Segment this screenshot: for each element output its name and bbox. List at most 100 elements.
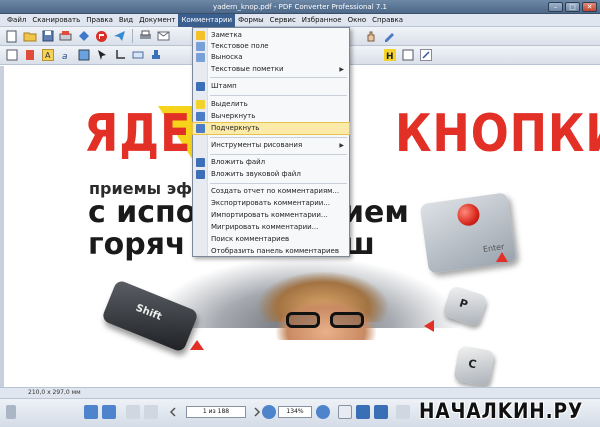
text-tool-icon[interactable]: A — [40, 48, 55, 63]
page-number-field[interactable]: 1 из 188 — [186, 406, 246, 418]
glasses-graphic — [286, 312, 368, 330]
p-key-label: P — [457, 296, 470, 312]
cover-line2-left: горяч — [88, 227, 186, 262]
callout-icon — [196, 53, 205, 62]
highlight-h-icon[interactable]: H — [382, 48, 397, 63]
save-icon[interactable] — [40, 29, 55, 44]
attach-file-icon — [196, 158, 205, 167]
zoom-field[interactable]: 134% — [278, 406, 312, 418]
continuous-view-icon[interactable] — [356, 405, 370, 419]
menu-separator — [210, 154, 347, 155]
single-page-view-icon[interactable] — [338, 405, 352, 419]
menu-forms[interactable]: Формы — [235, 14, 267, 27]
convert-icon[interactable] — [76, 29, 91, 44]
typewriter-icon[interactable]: a — [58, 48, 73, 63]
scan-icon[interactable] — [58, 29, 73, 44]
cover-title-left: ЯДЕ — [84, 104, 192, 164]
menu-item-underline[interactable]: Подчеркнуть — [192, 122, 350, 135]
strikeout-icon — [196, 112, 205, 121]
first-page-icon[interactable] — [126, 405, 140, 419]
send-icon[interactable] — [112, 29, 127, 44]
menu-item-callout[interactable]: Выноска — [193, 52, 349, 63]
textbox-icon — [196, 42, 205, 51]
c-key-label: C — [467, 357, 478, 372]
page-view-icon[interactable] — [4, 48, 19, 63]
note-toolbar-icon[interactable] — [400, 48, 415, 63]
zoom-in-icon[interactable] — [316, 405, 330, 419]
maximize-button[interactable]: □ — [565, 2, 580, 12]
underline-icon — [196, 124, 205, 133]
prev-arrow-icon[interactable] — [168, 405, 178, 419]
menu-favorites[interactable]: Избранное — [299, 14, 345, 27]
menu-item-text-box[interactable]: Текстовое поле — [193, 41, 349, 52]
menu-document[interactable]: Документ — [136, 14, 178, 27]
facing-view-icon[interactable] — [374, 405, 388, 419]
navigation-panel-edge[interactable] — [0, 66, 4, 387]
zoom-out-icon[interactable] — [262, 405, 276, 419]
menu-edit[interactable]: Правка — [83, 14, 116, 27]
svg-text:a: a — [62, 52, 68, 61]
submenu-arrow-icon: ▶ — [339, 142, 344, 149]
svg-text:H: H — [386, 52, 394, 61]
red-triangle-graphic — [496, 252, 508, 262]
close-button[interactable]: ✕ — [582, 2, 597, 12]
image-tool-icon[interactable] — [76, 48, 91, 63]
previous-page-icon[interactable] — [144, 405, 158, 419]
minimize-button[interactable]: – — [548, 2, 563, 12]
red-triangle-graphic — [424, 320, 434, 332]
menu-file[interactable]: Файл — [4, 14, 29, 27]
menu-item-attach-file[interactable]: Вложить файл — [193, 157, 349, 168]
menu-scan[interactable]: Сканировать — [29, 14, 83, 27]
menu-tools[interactable]: Сервис — [267, 14, 299, 27]
menu-window[interactable]: Окно — [345, 14, 370, 27]
create-pdf-icon[interactable] — [94, 29, 109, 44]
stamp-toolbar-icon[interactable] — [148, 48, 163, 63]
toolbar-separator — [132, 29, 133, 43]
menu-item-export-comments[interactable]: Экспортировать комментарии... — [193, 198, 349, 209]
menu-item-attach-sound[interactable]: Вложить звуковой файл — [193, 169, 349, 180]
panel-toggle-icon[interactable] — [6, 405, 16, 419]
back-view-icon[interactable] — [84, 405, 98, 419]
line-tool-icon[interactable] — [418, 48, 433, 63]
menu-item-text-markup[interactable]: Текстовые пометки ▶ — [193, 64, 349, 75]
next-arrow-icon[interactable] — [252, 405, 262, 419]
menu-separator — [210, 95, 347, 96]
print-icon[interactable] — [138, 29, 153, 44]
menu-bar: Файл Сканировать Правка Вид Документ Ком… — [0, 13, 600, 27]
stamp-icon — [196, 82, 205, 91]
menu-item-import-comments[interactable]: Импортировать комментарии... — [193, 210, 349, 221]
menu-item-drawing-tools[interactable]: Инструменты рисования ▶ — [193, 140, 349, 151]
menu-view[interactable]: Вид — [116, 14, 136, 27]
link-icon[interactable] — [130, 48, 145, 63]
menu-comments[interactable]: Комментарии — [178, 13, 236, 27]
menu-item-search-comments[interactable]: Поиск комментариев — [193, 234, 349, 245]
menu-separator — [210, 183, 347, 184]
open-folder-icon[interactable] — [22, 29, 37, 44]
highlight-icon — [196, 100, 205, 109]
menu-item-note[interactable]: Заметка — [193, 30, 349, 41]
email-icon[interactable] — [156, 29, 171, 44]
pencil-icon[interactable] — [381, 29, 396, 44]
fit-page-icon[interactable] — [396, 405, 410, 419]
hand-tool-icon[interactable] — [363, 29, 378, 44]
shift-key-label: Shift — [134, 302, 164, 323]
site-watermark: HAЧAЛKИH.PУ — [419, 399, 584, 423]
menu-item-strikeout[interactable]: Вычеркнуть — [193, 111, 349, 122]
cover-line1-right: ием — [343, 195, 409, 230]
bookmark-icon[interactable] — [22, 48, 37, 63]
menu-item-show-comments-panel[interactable]: Отобразить панель комментариев — [193, 246, 349, 257]
menu-help[interactable]: Справка — [369, 14, 406, 27]
submenu-arrow-icon: ▶ — [339, 66, 344, 73]
menu-item-migrate-comments[interactable]: Мигрировать комментарии... — [193, 222, 349, 233]
crop-icon[interactable] — [112, 48, 127, 63]
new-icon[interactable] — [4, 29, 19, 44]
cover-line1-left: с испо — [88, 195, 197, 230]
select-arrow-icon[interactable] — [94, 48, 109, 63]
c-key-graphic: C — [453, 345, 495, 387]
menu-item-comment-report[interactable]: Создать отчет по комментариям... — [193, 186, 349, 197]
status-bar: 210,0 x 297,0 мм — [0, 387, 600, 398]
note-icon — [196, 31, 205, 40]
menu-item-stamp[interactable]: Штамп — [193, 81, 349, 92]
menu-item-highlight[interactable]: Выделить — [193, 99, 349, 110]
forward-view-icon[interactable] — [102, 405, 116, 419]
